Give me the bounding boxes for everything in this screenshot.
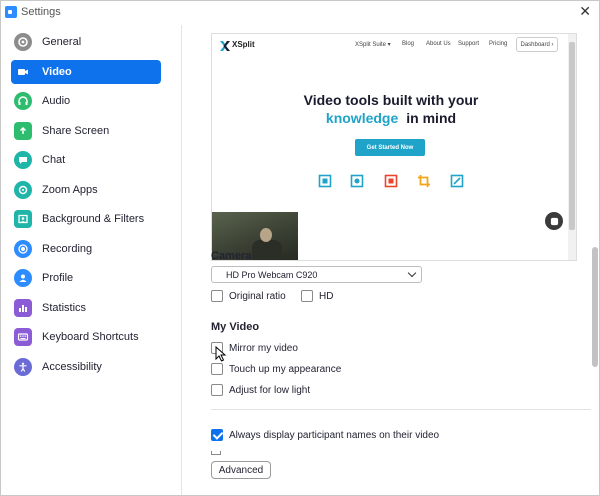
keyboard-icon <box>14 328 32 346</box>
display-names-checkbox[interactable]: Always display participant names on thei… <box>211 429 439 441</box>
checkbox-label: Always display participant names on thei… <box>229 429 440 441</box>
preview-nav-link: Pricing <box>489 41 508 47</box>
title-bar: Settings ✕ <box>1 1 599 23</box>
camera-select[interactable]: HD Pro Webcam C920 <box>211 266 422 283</box>
sidebar-item-label: Keyboard Shortcuts <box>42 331 139 343</box>
profile-icon <box>14 269 32 287</box>
advanced-button[interactable]: Advanced <box>211 461 271 479</box>
settings-scrollbar[interactable] <box>591 25 599 495</box>
preview-brand: XSplit <box>232 40 255 49</box>
checkbox-box[interactable] <box>211 384 223 396</box>
close-icon[interactable]: ✕ <box>579 4 591 18</box>
sidebar-item-profile[interactable]: Profile <box>11 266 161 290</box>
preview-site-nav: XSplit XSplit Suite ▾ Blog About Us Supp… <box>212 34 570 56</box>
scrollbar-thumb[interactable] <box>592 247 598 367</box>
zoom-app-icon <box>5 6 17 18</box>
feature-icon <box>384 174 398 188</box>
settings-sidebar: General Video Audio Share Screen Chat Zo… <box>1 25 182 495</box>
sidebar-item-zoom-apps[interactable]: Zoom Apps <box>11 178 161 202</box>
sidebar-item-chat[interactable]: Chat <box>11 148 161 172</box>
sidebar-item-label: Chat <box>42 154 66 166</box>
preview-headline: Video tools built with your <box>303 92 479 108</box>
chat-bubble-icon <box>545 212 563 230</box>
preview-dashboard-button: Dashboard › <box>516 37 558 52</box>
crop-icon <box>418 175 430 187</box>
preview-scrollbar <box>568 34 576 260</box>
checkbox-box[interactable] <box>211 429 223 441</box>
statistics-icon <box>14 299 32 317</box>
video-preview: XSplit XSplit Suite ▾ Blog About Us Supp… <box>211 33 577 261</box>
sidebar-item-audio[interactable]: Audio <box>11 89 161 113</box>
sidebar-item-background-filters[interactable]: Background & Filters <box>11 207 161 231</box>
accessibility-icon <box>14 358 32 376</box>
sidebar-item-recording[interactable]: Recording <box>11 237 161 261</box>
touch-up-checkbox[interactable]: Touch up my appearance <box>211 363 341 375</box>
sidebar-item-label: Accessibility <box>42 361 102 373</box>
chat-bubble-icon <box>14 151 32 169</box>
preview-nav-link: Support <box>458 41 480 47</box>
sidebar-item-statistics[interactable]: Statistics <box>11 296 161 320</box>
preview-cta-button: Get Started Now <box>355 139 425 156</box>
checkbox-label: Mirror my video <box>229 342 298 354</box>
camera-select-value: HD Pro Webcam C920 <box>226 269 318 280</box>
sidebar-item-label: Profile <box>42 272 74 284</box>
feature-icon <box>450 174 464 188</box>
sidebar-item-label: Audio <box>42 95 71 107</box>
preview-headline-accent: knowledge <box>325 110 399 126</box>
preview-nav-link: About Us <box>426 41 451 47</box>
hd-checkbox[interactable]: HD <box>301 290 333 302</box>
video-settings-panel: XSplit XSplit Suite ▾ Blog About Us Supp… <box>183 25 599 495</box>
checkbox-label: Original ratio <box>229 290 286 302</box>
background-icon <box>14 210 32 228</box>
camera-section-title: Camera <box>211 250 252 262</box>
partial-checkbox[interactable] <box>211 451 221 455</box>
preview-headline-rest: in mind <box>406 110 457 126</box>
preview-headline-2: knowledge in mind <box>212 110 570 126</box>
sidebar-item-share-screen[interactable]: Share Screen <box>11 119 161 143</box>
sidebar-item-label: Video <box>42 66 72 78</box>
sidebar-item-label: General <box>42 36 82 48</box>
sidebar-item-label: Zoom Apps <box>42 184 98 196</box>
apps-icon <box>14 181 32 199</box>
low-light-checkbox[interactable]: Adjust for low light <box>211 384 310 396</box>
feature-icon <box>318 174 332 188</box>
checkbox-label: HD <box>319 290 334 302</box>
preview-nav-link: XSplit Suite ▾ <box>355 42 391 48</box>
preview-nav-link: Blog <box>402 41 415 47</box>
sidebar-item-keyboard-shortcuts[interactable]: Keyboard Shortcuts <box>11 325 161 349</box>
feature-icon <box>350 174 364 188</box>
gear-icon <box>14 33 32 51</box>
sidebar-item-label: Share Screen <box>42 125 110 137</box>
record-icon <box>14 240 32 258</box>
checkbox-box[interactable] <box>301 290 313 302</box>
chevron-down-icon <box>407 268 417 278</box>
xsplit-logo-icon <box>220 41 230 51</box>
settings-window: Settings ✕ General Video Audio Share Scr… <box>0 0 600 496</box>
checkbox-label: Touch up my appearance <box>229 363 342 375</box>
sidebar-item-video[interactable]: Video <box>11 60 161 84</box>
mouse-cursor-icon <box>215 346 227 362</box>
window-title: Settings <box>21 6 61 18</box>
sidebar-item-general[interactable]: General <box>11 30 161 54</box>
checkbox-label: Adjust for low light <box>229 384 311 396</box>
headphones-icon <box>14 92 32 110</box>
sidebar-item-accessibility[interactable]: Accessibility <box>11 355 161 379</box>
sidebar-item-label: Recording <box>42 243 93 255</box>
sidebar-item-label: Background & Filters <box>42 213 145 225</box>
share-screen-icon <box>14 122 32 140</box>
checkbox-box[interactable] <box>211 290 223 302</box>
original-ratio-checkbox[interactable]: Original ratio <box>211 290 286 302</box>
my-video-section-title: My Video <box>211 321 260 333</box>
checkbox-box[interactable] <box>211 363 223 375</box>
video-camera-icon <box>14 63 32 81</box>
sidebar-item-label: Statistics <box>42 302 87 314</box>
section-divider <box>211 409 593 410</box>
